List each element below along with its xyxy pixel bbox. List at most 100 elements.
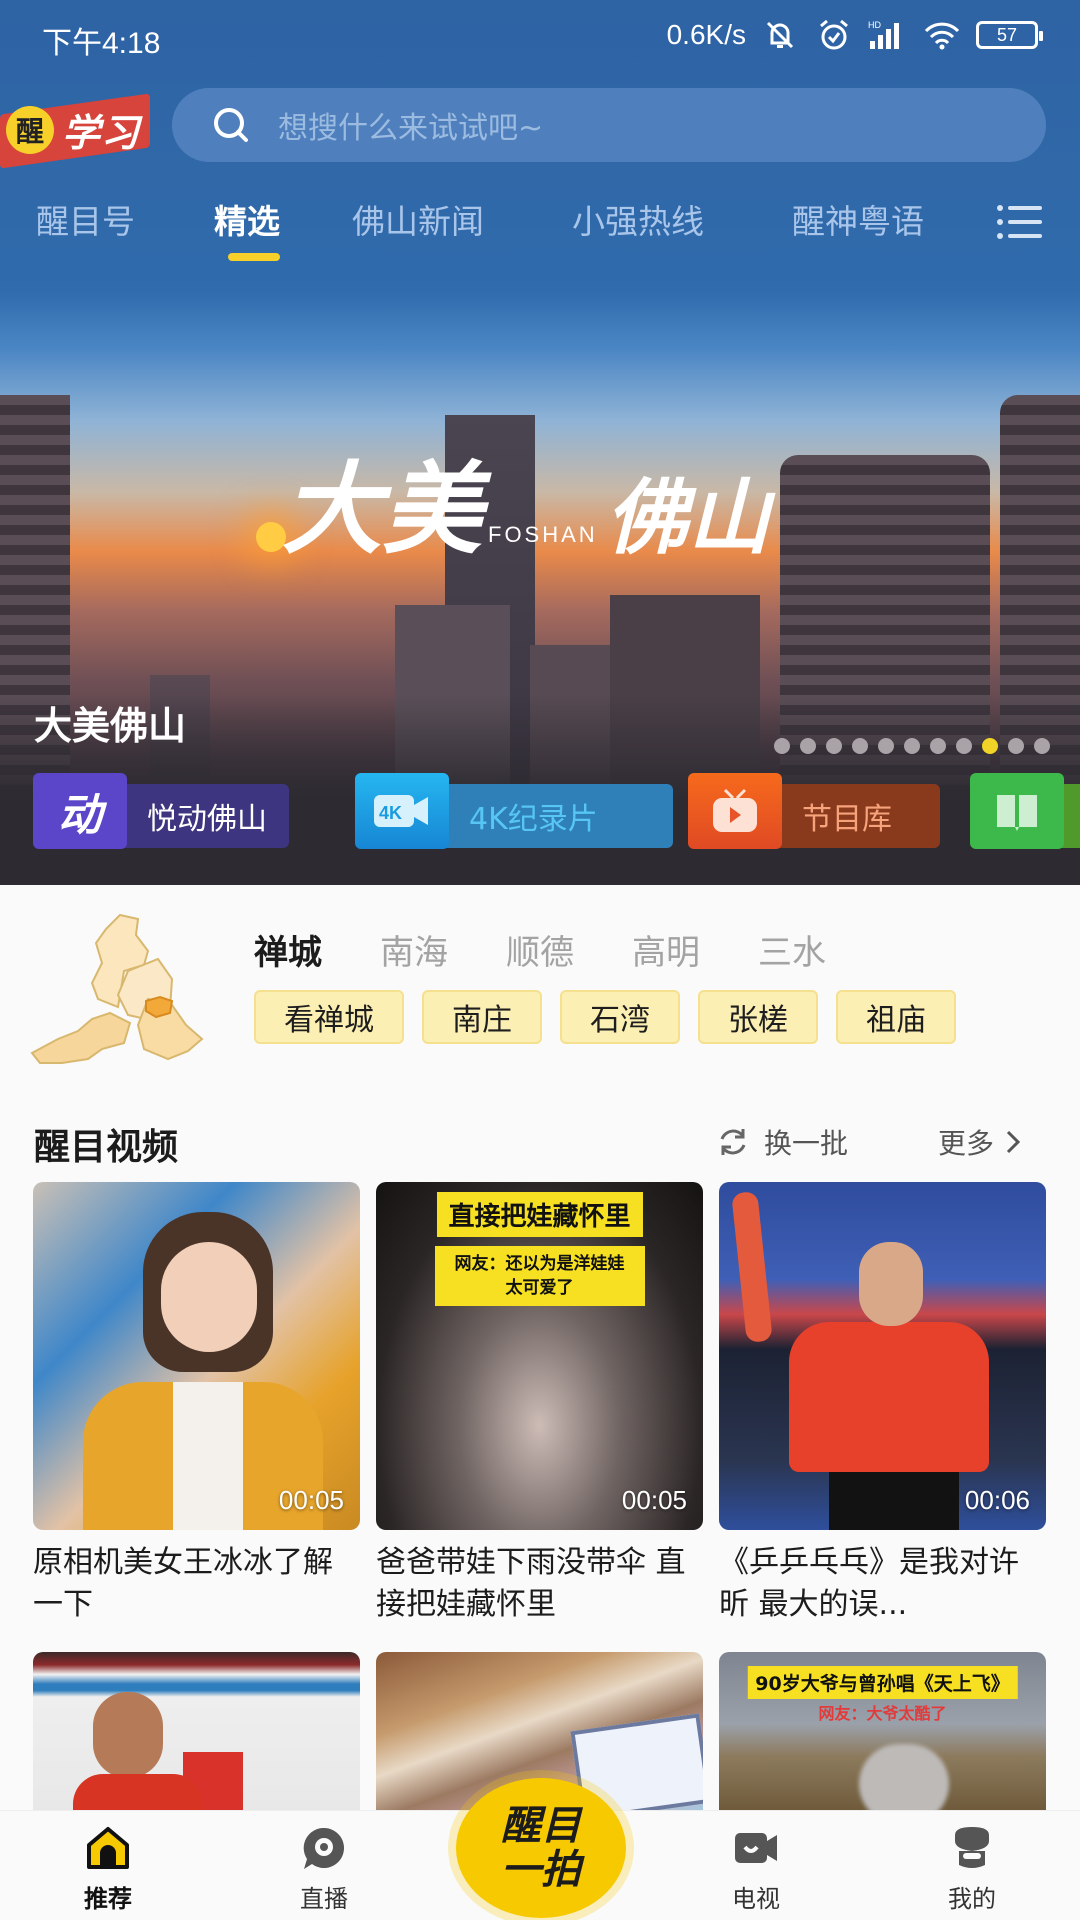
tab-featured[interactable]: 精选 [214, 195, 280, 243]
network-speed: 0.6K/s [666, 19, 746, 50]
search-bar[interactable]: 想搜什么来试试吧~ [172, 88, 1046, 162]
video-title: 爸爸带娃下雨没带伞 直接把娃藏怀里 [376, 1545, 686, 1622]
district-tab-gaoming[interactable]: 高明 [632, 925, 700, 974]
carousel-dot[interactable] [1034, 738, 1050, 754]
carousel-dot[interactable] [826, 738, 842, 754]
tab-cantonese[interactable]: 醒神粤语 [792, 195, 924, 243]
tab-foshan-news[interactable]: 佛山新闻 [352, 195, 484, 243]
district-tag[interactable]: 张槎 [698, 990, 818, 1044]
svg-text:HD: HD [868, 20, 881, 30]
shoot-label-line1: 醒目 [501, 1803, 581, 1849]
nav-label: 电视 [732, 1885, 780, 1913]
home-icon [87, 1827, 129, 1869]
shoot-label-line2: 一拍 [501, 1847, 581, 1893]
logo-badge: 醒 [6, 106, 54, 154]
video-card[interactable]: 00:06 《乒乒乓乓》是我对许昕 最大的误... [719, 1182, 1046, 1626]
district-tag[interactable]: 看禅城 [254, 990, 404, 1044]
thumb-figure [731, 1191, 773, 1343]
video-duration: 00:06 [964, 1485, 1030, 1515]
thumb-figure [173, 1382, 243, 1530]
foshan-map-icon [28, 907, 228, 1077]
shoot-button[interactable]: 醒目 一拍 [456, 1778, 626, 1918]
battery-icon: 57 [976, 21, 1043, 49]
video-card[interactable] [33, 1652, 360, 1812]
thumb-subcaption: 网友：大爷太酷了 [818, 1704, 947, 1723]
videos-section-header: 醒目视频 换一批 更多 [0, 1100, 1080, 1180]
thumb-figure [789, 1322, 989, 1472]
carousel-dot[interactable] [930, 738, 946, 754]
video-card[interactable]: 90岁大爷与曾孙唱《天上飞》 网友：大爷太酷了 [719, 1652, 1046, 1812]
nav-recommend[interactable]: 推荐 [48, 1825, 168, 1914]
chevron-right-icon [1006, 1130, 1021, 1154]
carousel-dot[interactable] [774, 738, 790, 754]
more-label: 更多 [938, 1127, 995, 1160]
carousel-dot[interactable] [956, 738, 972, 754]
shortcut-label: 4K纪录片 [443, 784, 673, 848]
hero-banner[interactable]: 大美 FOSHAN 佛山 大美佛山 动 悦动佛山 4K 4K纪录片 节目库 [0, 290, 1080, 885]
carousel-dot[interactable] [904, 738, 920, 754]
tv-play-icon [688, 773, 782, 849]
search-icon [210, 104, 252, 146]
nav-label: 直播 [300, 1885, 348, 1913]
thumb-subcaption: 网友：还以为是洋娃娃 太可爱了 [434, 1246, 645, 1306]
tab-xiaoqiang-hotline[interactable]: 小强热线 [572, 195, 704, 243]
nav-live[interactable]: 直播 [264, 1825, 384, 1914]
mute-icon [760, 18, 800, 52]
shortcut-program-library[interactable]: 节目库 [688, 773, 940, 849]
thumb-figure [829, 1472, 959, 1530]
motion-icon: 动 [33, 773, 127, 849]
shortcut-label: 悦动佛山 [121, 784, 289, 848]
channel-menu-icon[interactable] [996, 204, 1044, 240]
video-thumbnail: 90岁大爷与曾孙唱《天上飞》 网友：大爷太酷了 [719, 1652, 1046, 1812]
carousel-dot[interactable] [1008, 738, 1024, 754]
section-title: 醒目视频 [34, 1127, 179, 1168]
refresh-button[interactable]: 换一批 [716, 1122, 848, 1162]
video-title: 《乒乒乓乓》是我对许昕 最大的误... [719, 1545, 1019, 1622]
carousel-dot-active[interactable] [982, 738, 998, 754]
district-tab-sanshui[interactable]: 三水 [758, 925, 826, 974]
nav-tv[interactable]: 电视 [696, 1825, 816, 1914]
shortcut-reading[interactable] [970, 773, 1080, 849]
carousel-dot[interactable] [878, 738, 894, 754]
video-card[interactable]: 00:05 原相机美女王冰冰了解一下 [33, 1182, 360, 1626]
shortcut-yuedong-foshan[interactable]: 动 悦动佛山 [33, 773, 289, 849]
nav-label: 我的 [948, 1885, 996, 1913]
district-tab-nanhai[interactable]: 南海 [380, 925, 448, 974]
district-tab-chancheng[interactable]: 禅城 [254, 925, 322, 974]
thumb-figure [73, 1774, 203, 1812]
thumb-figure [859, 1242, 923, 1326]
carousel-dot[interactable] [800, 738, 816, 754]
active-tab-indicator [228, 253, 280, 261]
more-button[interactable]: 更多 [938, 1122, 1022, 1162]
carousel-dot[interactable] [852, 738, 868, 754]
app-logo[interactable]: 醒 学习 [0, 93, 152, 169]
video-card[interactable]: 直接把娃藏怀里 网友：还以为是洋娃娃 太可爱了 00:05 爸爸带娃下雨没带伞 … [376, 1182, 703, 1626]
shortcut-4k-documentary[interactable]: 4K 4K纪录片 [355, 773, 673, 849]
thumb-caption: 直接把娃藏怀里 [436, 1192, 643, 1237]
banner-logo-mid: 佛山 [605, 471, 770, 566]
profile-icon [955, 1827, 989, 1868]
alarm-icon [814, 18, 854, 52]
banner-logo-sub: FOSHAN [488, 522, 598, 547]
nav-mine[interactable]: 我的 [912, 1825, 1032, 1914]
video-thumbnail: 直接把娃藏怀里 网友：还以为是洋娃娃 太可爱了 00:05 [376, 1182, 703, 1530]
district-tag[interactable]: 石湾 [560, 990, 680, 1044]
district-tag[interactable]: 南庄 [422, 990, 542, 1044]
district-tag[interactable]: 祖庙 [836, 990, 956, 1044]
video-thumbnail: 00:06 [719, 1182, 1046, 1530]
refresh-icon [720, 1129, 746, 1155]
video-duration: 00:05 [621, 1485, 687, 1515]
banner-logo: 大美 FOSHAN 佛山 [282, 460, 770, 560]
app-header: 下午4:18 0.6K/s HD 57 醒 学习 想搜什么来试试吧~ 醒目号 精… [0, 0, 1080, 290]
4k-camera-icon: 4K [355, 773, 449, 849]
logo-text: 学习 [62, 111, 141, 155]
tv-camera-icon [735, 1833, 777, 1863]
shortcut-row: 动 悦动佛山 4K 4K纪录片 节目库 [0, 773, 1080, 853]
thumb-figure [161, 1242, 257, 1352]
tab-xingmuhao[interactable]: 醒目号 [36, 195, 135, 243]
district-tab-shunde[interactable]: 顺德 [506, 925, 574, 974]
signal-hd-icon: HD [868, 18, 908, 52]
district-tabs: 禅城 南海 顺德 高明 三水 [254, 925, 884, 974]
status-icons: 0.6K/s HD 57 [666, 18, 1043, 52]
book-icon [970, 773, 1064, 849]
